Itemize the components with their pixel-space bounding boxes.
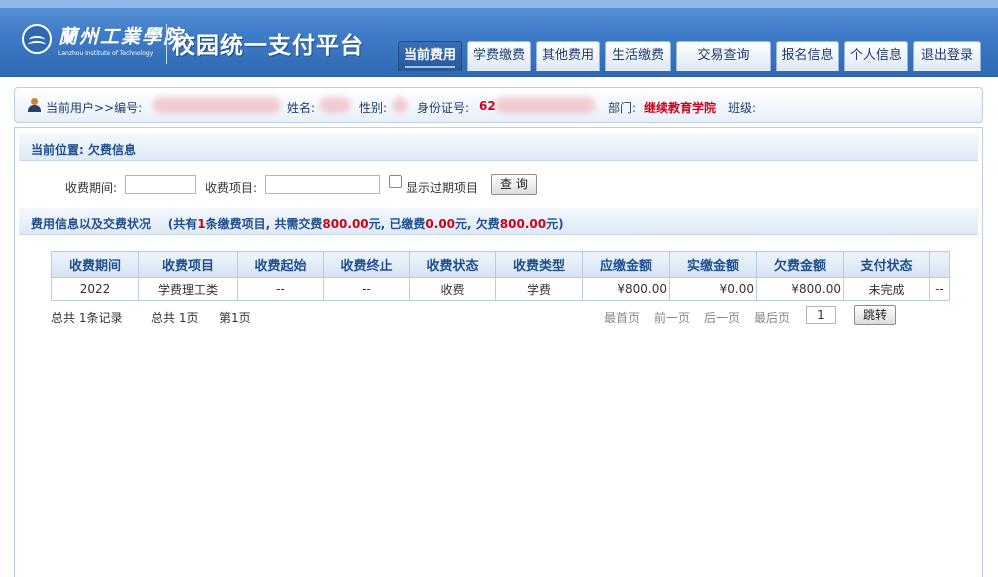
fee-summary-bar: 费用信息以及交费状况 (共有1条缴费项目, 共需交费800.00元, 已缴费0.… [19,208,978,235]
id-number-label: 身份证号: [417,101,470,115]
cell-item: 学费理工类 [138,277,238,301]
col-status: 收费状态 [409,251,496,278]
cell-end: -- [323,277,410,301]
summary-prefix: 费用信息以及交费状况 [31,217,152,231]
table-row: 2022 学费理工类 -- -- 收费 学费 ¥800.00 ¥0.00 ¥80… [51,277,950,301]
id-number-value: 62 [479,99,496,113]
user-icon [27,98,41,112]
summary-part5: 元) [546,217,564,231]
pagination: 总共 1条记录 总共 1页 第1页 最首页 前一页 后一页 最后页 1 跳转 [15,305,975,330]
cell-amount-owed: ¥800.00 [756,277,844,301]
cell-action-link[interactable]: -- [929,277,950,301]
header-divider [166,24,167,64]
search-form: 收费期间: 收费项目: 显示过期项目 查 询 [15,174,975,198]
total-records: 总共 1条记录 [51,311,123,325]
cell-start: -- [237,277,324,301]
page-number-input[interactable]: 1 [806,306,836,324]
department-label: 部门: [608,101,637,115]
redacted-id-number [495,97,595,113]
period-input[interactable] [125,175,196,194]
tab-logout[interactable]: 退出登录 [913,41,981,71]
first-page-link[interactable]: 最首页 [604,309,640,326]
summary-total-due: 800.00 [322,217,369,231]
col-type: 收费类型 [495,251,583,278]
col-amount-paid: 实缴金额 [669,251,757,278]
current-location: 当前位置: 欠费信息 [31,143,136,157]
tab-living-payment[interactable]: 生活缴费 [605,41,671,71]
item-input[interactable] [265,175,380,194]
col-action [929,251,950,278]
redacted-name [320,97,350,113]
next-page-link[interactable]: 后一页 [704,309,740,326]
school-emblem-icon [22,24,52,54]
last-page-link[interactable]: 最后页 [754,309,790,326]
period-label: 收费期间: [65,181,118,195]
cell-amount-due: ¥800.00 [582,277,670,301]
cell-period: 2022 [51,277,139,301]
item-label: 收费项目: [205,181,258,195]
tab-tuition-payment[interactable]: 学费缴费 [467,41,531,71]
gender-label: 性别: [359,101,388,115]
redacted-user-id [153,97,281,113]
col-amount-owed: 欠费金额 [756,251,844,278]
name-label: 姓名: [287,101,316,115]
logo: 蘭州工業學院 Lanzhou Institute of Technology [20,22,182,62]
cell-payment-status: 未完成 [843,277,930,301]
user-info-bar: 当前用户>>编号: 姓名: 性别: 身份证号: 62 部门: 继续教育学院 班级… [14,87,983,123]
site-title: 校园统一支付平台 [172,33,364,59]
summary-part1: (共有 [167,217,198,231]
tab-current-fees[interactable]: 当前费用 [398,41,462,71]
summary-paid: 0.00 [425,217,456,231]
prev-page-link[interactable]: 前一页 [654,309,690,326]
query-button[interactable]: 查 询 [491,174,537,195]
col-item: 收费项目 [138,251,238,278]
tab-personal-info[interactable]: 个人信息 [844,41,908,71]
col-payment-status: 支付状态 [843,251,930,278]
cell-status: 收费 [409,277,496,301]
cell-type: 学费 [495,277,583,301]
summary-part2: 条缴费项目, 共需交费 [205,217,323,231]
col-amount-due: 应缴金额 [582,251,670,278]
logo-text-en: Lanzhou Institute of Technology [58,50,154,57]
show-expired-checkbox[interactable] [389,175,402,188]
location-bar: 当前位置: 欠费信息 [19,134,978,161]
tab-registration-info[interactable]: 报名信息 [776,41,839,71]
col-period: 收费期间 [51,251,139,278]
header-highlight [0,0,998,8]
current-user-label: 当前用户>>编号: [46,101,143,115]
show-expired-label: 显示过期项目 [406,181,479,195]
redacted-gender [393,97,407,113]
col-start: 收费起始 [237,251,324,278]
tab-transaction-query[interactable]: 交易查询 [676,41,771,71]
cell-amount-paid: ¥0.00 [669,277,757,301]
summary-part4: 元, 欠费 [455,217,500,231]
fee-table: 收费期间 收费项目 收费起始 收费终止 收费状态 收费类型 应缴金额 实缴金额 … [51,251,950,301]
header: 蘭州工業學院 Lanzhou Institute of Technology 校… [0,0,998,77]
class-label: 班级: [728,101,757,115]
table-header-row: 收费期间 收费项目 收费起始 收费终止 收费状态 收费类型 应缴金额 实缴金额 … [51,251,950,278]
summary-count: 1 [197,217,206,231]
current-page: 第1页 [219,311,251,325]
main-panel: 当前位置: 欠费信息 收费期间: 收费项目: 显示过期项目 查 询 费用信息以及… [14,127,983,577]
department-value: 继续教育学院 [644,101,717,115]
fee-summary: 费用信息以及交费状况 (共有1条缴费项目, 共需交费800.00元, 已缴费0.… [31,215,564,232]
total-pages: 总共 1页 [151,311,199,325]
col-end: 收费终止 [323,251,410,278]
jump-button[interactable]: 跳转 [854,305,897,325]
summary-owed: 800.00 [499,217,547,231]
user-icon-head [31,98,38,105]
summary-part3: 元, 已缴费 [368,217,426,231]
user-icon-body [28,105,41,112]
tab-other-fees[interactable]: 其他费用 [536,41,600,71]
